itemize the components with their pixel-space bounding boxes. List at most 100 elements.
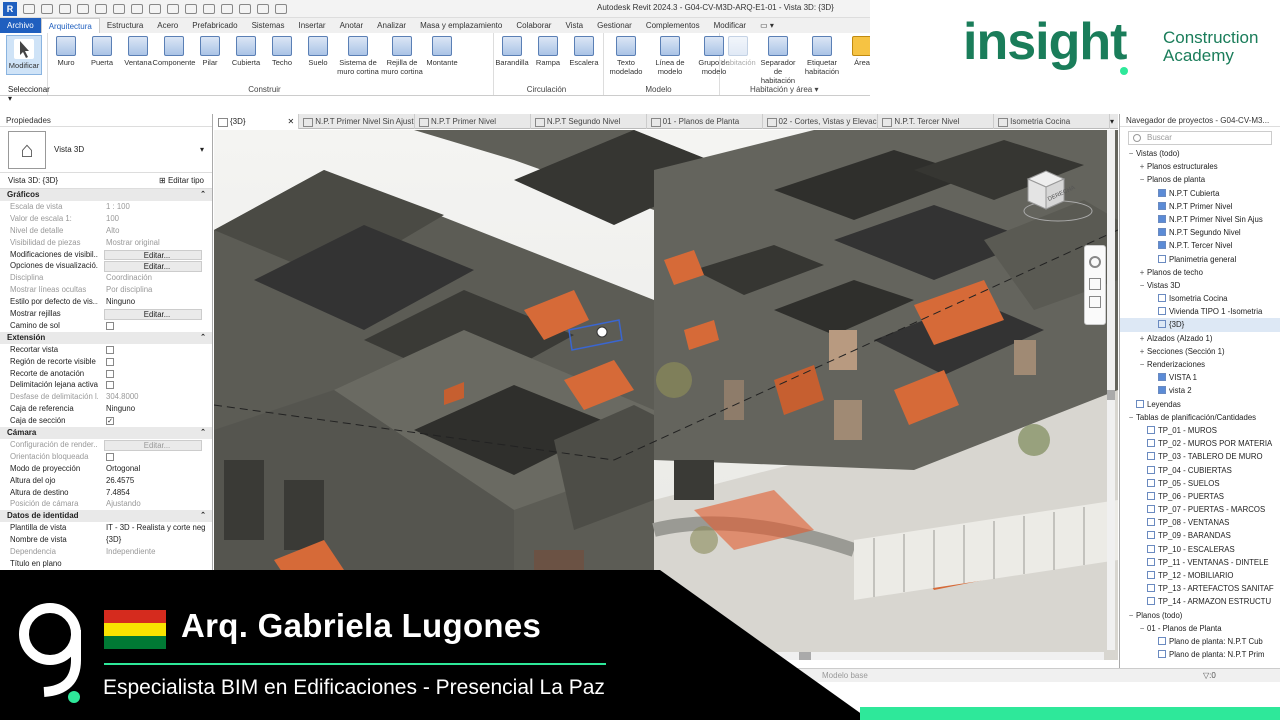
browser-item[interactable]: Planimetria general bbox=[1120, 253, 1280, 266]
browser-item[interactable]: TP_14 - ARMAZON ESTRUCTU bbox=[1120, 595, 1280, 608]
expand-icon[interactable]: + bbox=[1137, 345, 1147, 358]
ribbon-tab[interactable]: Arquitectura bbox=[40, 18, 100, 33]
ribbon-tab[interactable]: Estructura bbox=[100, 18, 150, 33]
browser-item[interactable]: TP_11 - VENTANAS - DINTELE bbox=[1120, 556, 1280, 569]
browser-item[interactable]: − Vistas (todo) bbox=[1120, 147, 1280, 160]
browser-item[interactable]: Vivienda TIPO 1 -Isometria bbox=[1120, 305, 1280, 318]
filter-icon[interactable]: ▽:0 bbox=[1203, 671, 1216, 680]
expand-icon[interactable]: + bbox=[1137, 160, 1147, 173]
browser-item[interactable]: − Vistas 3D bbox=[1120, 279, 1280, 292]
thin-lines-icon[interactable] bbox=[239, 3, 251, 14]
browser-item[interactable]: {3D} bbox=[1120, 318, 1280, 332]
select-dropdown[interactable]: Seleccionar ▾ bbox=[8, 85, 50, 103]
edit-button[interactable]: Editar... bbox=[104, 261, 202, 273]
expand-icon[interactable]: − bbox=[1126, 147, 1136, 160]
property-row[interactable]: Orientación bloqueada bbox=[0, 451, 212, 463]
browser-item[interactable]: −01 - Planos de Planta bbox=[1120, 622, 1280, 635]
ribbon-tab[interactable]: Masa y emplazamiento bbox=[413, 18, 509, 33]
browser-item[interactable]: vista 2 bbox=[1120, 384, 1280, 397]
modify-button[interactable]: Modificar bbox=[6, 35, 42, 75]
browser-item[interactable]: − Planos (todo) bbox=[1120, 609, 1280, 622]
browser-search-input[interactable]: Buscar bbox=[1128, 131, 1272, 145]
property-row[interactable]: Camino de sol bbox=[0, 320, 212, 332]
browser-item[interactable]: N.P.T Cubierta bbox=[1120, 187, 1280, 200]
navigation-bar[interactable] bbox=[1084, 245, 1106, 325]
pan-icon[interactable] bbox=[1089, 278, 1101, 290]
3d-view-icon[interactable] bbox=[203, 3, 215, 14]
browser-item[interactable]: Plano de planta: N.P.T Cub bbox=[1120, 635, 1280, 648]
checkbox[interactable] bbox=[106, 321, 114, 330]
checkbox[interactable] bbox=[106, 345, 114, 354]
circ-button[interactable]: Escalera bbox=[566, 33, 602, 95]
build-button[interactable]: Muro bbox=[48, 33, 84, 95]
checkbox[interactable]: ✓ bbox=[106, 417, 114, 426]
browser-item[interactable]: TP_07 - PUERTAS - MARCOS bbox=[1120, 503, 1280, 516]
view-tab[interactable]: 01 - Planos de Planta bbox=[647, 113, 763, 129]
tag-icon[interactable] bbox=[167, 3, 179, 14]
expand-icon[interactable]: − bbox=[1137, 358, 1147, 371]
build-button[interactable]: Montante bbox=[424, 33, 460, 95]
browser-item[interactable]: + Secciones (Sección 1) bbox=[1120, 345, 1280, 358]
edit-button[interactable]: Editar... bbox=[104, 440, 202, 451]
expand-icon[interactable]: + bbox=[1137, 266, 1147, 279]
property-row[interactable]: Recorte de anotación bbox=[0, 368, 212, 380]
property-row[interactable]: Plantilla de vista IT - 3D - Realista y c… bbox=[0, 522, 212, 534]
property-row[interactable]: Altura del ojo 26.4575 bbox=[0, 475, 212, 487]
checkbox[interactable] bbox=[106, 452, 114, 461]
section-identidad[interactable]: Datos de identidad bbox=[0, 510, 212, 523]
property-row[interactable]: Mostrar rejillas Editar... bbox=[0, 308, 212, 320]
revit-app-icon[interactable]: R bbox=[3, 1, 17, 16]
ribbon-tab[interactable]: Colaborar bbox=[509, 18, 558, 33]
browser-item[interactable]: + Alzados (Alzado 1) bbox=[1120, 332, 1280, 345]
property-row[interactable]: Mostrar líneas ocultas Por disciplina bbox=[0, 284, 212, 296]
property-row[interactable]: Dependencia Independiente bbox=[0, 546, 212, 558]
ribbon-tab[interactable]: Archivo bbox=[0, 18, 41, 33]
checkbox[interactable] bbox=[106, 381, 114, 390]
view-tab[interactable]: N.P.T Primer Nivel bbox=[415, 113, 531, 129]
section-graficos[interactable]: Gráficos bbox=[0, 189, 212, 201]
measure-icon[interactable] bbox=[131, 3, 143, 14]
property-row[interactable]: Valor de escala 1: 100 bbox=[0, 213, 212, 225]
browser-item[interactable]: + Planos de techo bbox=[1120, 266, 1280, 279]
browser-item[interactable]: TP_09 - BARANDAS bbox=[1120, 529, 1280, 542]
ribbon-tab[interactable]: Prefabricado bbox=[185, 18, 244, 33]
type-selector[interactable]: ⌂ Vista 3D ▾ bbox=[0, 127, 212, 173]
redo-icon[interactable] bbox=[95, 3, 107, 14]
browser-item[interactable]: TP_08 - VENTANAS bbox=[1120, 516, 1280, 529]
dimension-icon[interactable] bbox=[149, 3, 161, 14]
save-icon[interactable] bbox=[41, 3, 53, 14]
undo-icon[interactable] bbox=[77, 3, 89, 14]
print-icon[interactable] bbox=[113, 3, 125, 14]
ribbon-tab[interactable]: Gestionar bbox=[590, 18, 639, 33]
browser-item[interactable]: TP_03 - TABLERO DE MURO bbox=[1120, 450, 1280, 463]
ribbon-tab[interactable]: Complementos bbox=[639, 18, 707, 33]
contextual-tab-icon[interactable]: ▭ ▾ bbox=[753, 18, 781, 33]
browser-item[interactable]: Leyendas bbox=[1120, 398, 1280, 411]
instance-filter[interactable]: Vista 3D: {3D} ⊞ Editar tipo bbox=[0, 173, 212, 189]
browser-item[interactable]: TP_06 - PUERTAS bbox=[1120, 490, 1280, 503]
browser-item[interactable]: N.P.T. Tercer Nivel bbox=[1120, 239, 1280, 252]
property-row[interactable]: Escala de vista 1 : 100 bbox=[0, 201, 212, 213]
circ-button[interactable]: Barandilla bbox=[494, 33, 530, 95]
browser-item[interactable]: N.P.T Segundo Nivel bbox=[1120, 226, 1280, 239]
build-button[interactable]: Rejilla de muro cortina bbox=[380, 33, 424, 95]
view-tab[interactable]: N.P.T Primer Nivel Sin Ajustes bbox=[299, 113, 416, 129]
build-button[interactable]: Puerta bbox=[84, 33, 120, 95]
browser-item[interactable]: TP_13 - ARTEFACTOS SANITAF bbox=[1120, 582, 1280, 595]
close-hidden-icon[interactable] bbox=[257, 3, 269, 14]
browser-item[interactable]: Isometria Cocina bbox=[1120, 292, 1280, 305]
open-icon[interactable] bbox=[23, 3, 35, 14]
browser-item[interactable]: TP_02 - MUROS POR MATERIA bbox=[1120, 437, 1280, 450]
ribbon-tab[interactable]: Vista bbox=[558, 18, 590, 33]
browser-item[interactable]: − Renderizaciones bbox=[1120, 358, 1280, 371]
property-row[interactable]: Título en plano bbox=[0, 558, 212, 570]
expand-icon[interactable]: − bbox=[1137, 173, 1147, 186]
property-row[interactable]: Región de recorte visible bbox=[0, 356, 212, 368]
section-camara[interactable]: Cámara bbox=[0, 427, 212, 440]
view-tab[interactable]: N.P.T Segundo Nivel bbox=[531, 113, 647, 129]
browser-item[interactable]: Plano de planta: N.P.T Prim bbox=[1120, 648, 1280, 661]
property-row[interactable]: Caja de referencia Ninguno bbox=[0, 403, 212, 415]
view-tab[interactable]: {3D} ✕ bbox=[214, 113, 300, 129]
browser-item[interactable]: − Planos de planta bbox=[1120, 173, 1280, 186]
property-row[interactable]: Disciplina Coordinación bbox=[0, 272, 212, 284]
